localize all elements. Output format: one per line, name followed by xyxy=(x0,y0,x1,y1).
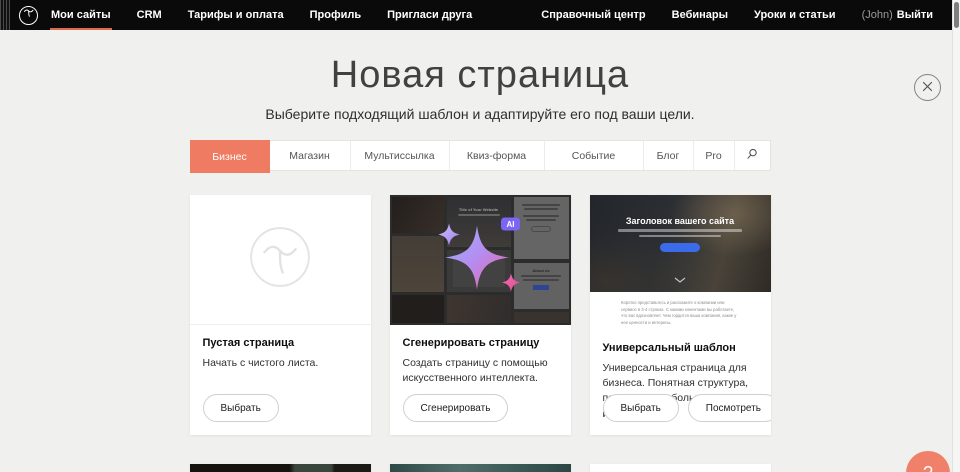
search-icon xyxy=(746,148,758,163)
card-ai-generate[interactable]: Title of Your Website About us xyxy=(390,195,571,435)
tilda-watermark-icon xyxy=(241,218,319,301)
template-hero: Заголовок вашего сайта xyxy=(590,195,771,292)
card-blank-page[interactable]: Пустая страница Начать с чистого листа. … xyxy=(190,195,371,435)
tab-pro[interactable]: Pro xyxy=(694,141,735,170)
card-body: Сгенерировать страницу Создать страницу … xyxy=(390,325,571,386)
choose-blank-button[interactable]: Выбрать xyxy=(203,394,279,422)
blank-page-preview xyxy=(190,195,371,325)
tab-multilink[interactable]: Мультиссылка xyxy=(351,141,450,170)
card-title: Сгенерировать страницу xyxy=(403,337,558,349)
template-grid: Пустая страница Начать с чистого листа. … xyxy=(190,195,771,435)
nav-my-sites[interactable]: Мои сайты xyxy=(38,0,124,30)
template-preview-paragraph: Коротко представьтесь и расскажите о ком… xyxy=(621,300,739,326)
tab-search[interactable] xyxy=(735,141,770,170)
nav-webinars[interactable]: Вебинары xyxy=(659,0,741,30)
nav-invite-friend[interactable]: Пригласи друга xyxy=(374,0,485,30)
help-bubble-button[interactable]: ? xyxy=(906,451,950,472)
template-hero-textline xyxy=(639,235,721,238)
nav-plans-payment[interactable]: Тарифы и оплата xyxy=(175,0,297,30)
tilda-logo-icon xyxy=(22,6,35,24)
card-description: Создать страницу с помощью искусственног… xyxy=(403,356,558,386)
page-title: Новая страница xyxy=(0,30,960,98)
template-hero-textline xyxy=(618,229,742,232)
card-partial[interactable] xyxy=(390,464,571,472)
tab-shop[interactable]: Магазин xyxy=(270,141,351,170)
new-page-dialog: Новая страница Выберите подходящий шабло… xyxy=(0,30,960,472)
template-hero-button xyxy=(660,243,700,252)
ai-preview-collage: Title of Your Website About us xyxy=(390,195,571,325)
card-actions: Выбрать Посмотреть xyxy=(603,394,771,422)
template-category-tabs: Бизнес Магазин Мультиссылка Квиз-форма С… xyxy=(190,140,771,171)
tab-event[interactable]: Событие xyxy=(545,141,644,170)
card-description: Начать с чистого листа. xyxy=(203,356,358,371)
close-button[interactable] xyxy=(914,74,941,101)
view-template-button[interactable]: Посмотреть xyxy=(688,394,771,422)
pattern-strip xyxy=(0,0,10,30)
tilda-logo[interactable] xyxy=(19,6,38,25)
chevron-down-icon xyxy=(674,270,686,288)
card-partial[interactable] xyxy=(590,464,771,472)
card-body: Пустая страница Начать с чистого листа. xyxy=(190,325,371,371)
tab-quiz-form[interactable]: Квиз-форма xyxy=(450,141,545,170)
template-hero-heading: Заголовок вашего сайта xyxy=(590,195,771,226)
topbar: Мои сайты CRM Тарифы и оплата Профиль Пр… xyxy=(0,0,960,30)
nav-crm[interactable]: CRM xyxy=(124,0,175,30)
topbar-nav-right: Справочный центр Вебинары Уроки и статьи… xyxy=(528,0,960,30)
tab-business[interactable]: Бизнес xyxy=(190,140,270,173)
card-title: Универсальный шаблон xyxy=(603,342,758,354)
topbar-nav: Мои сайты CRM Тарифы и оплата Профиль Пр… xyxy=(38,0,485,30)
ai-badge: AI xyxy=(507,220,515,229)
nav-help-center[interactable]: Справочный центр xyxy=(528,0,658,30)
tab-blog[interactable]: Блог xyxy=(644,141,694,170)
card-title: Пустая страница xyxy=(203,337,358,349)
card-actions: Выбрать xyxy=(203,394,279,422)
close-icon xyxy=(922,80,933,95)
ai-sparkle-icon: AI xyxy=(425,210,535,311)
nav-logout[interactable]: (John) Выйти xyxy=(849,0,946,30)
card-actions: Сгенерировать xyxy=(403,394,509,422)
template-preview: Заголовок вашего сайта Коротко представь… xyxy=(590,195,771,330)
nav-lessons-articles[interactable]: Уроки и статьи xyxy=(741,0,849,30)
card-universal-template[interactable]: Заголовок вашего сайта Коротко представь… xyxy=(590,195,771,435)
scrollbar[interactable] xyxy=(952,0,960,472)
page-subtitle: Выберите подходящий шаблон и адаптируйте… xyxy=(0,106,960,122)
template-grid-row2 xyxy=(190,464,771,472)
nav-profile[interactable]: Профиль xyxy=(297,0,374,30)
scrollbar-thumb[interactable] xyxy=(954,2,959,28)
choose-template-button[interactable]: Выбрать xyxy=(603,394,679,422)
card-partial[interactable] xyxy=(190,464,371,472)
logout-label: Выйти xyxy=(897,9,933,21)
generate-button[interactable]: Сгенерировать xyxy=(403,394,509,422)
username: (John) xyxy=(862,9,893,21)
